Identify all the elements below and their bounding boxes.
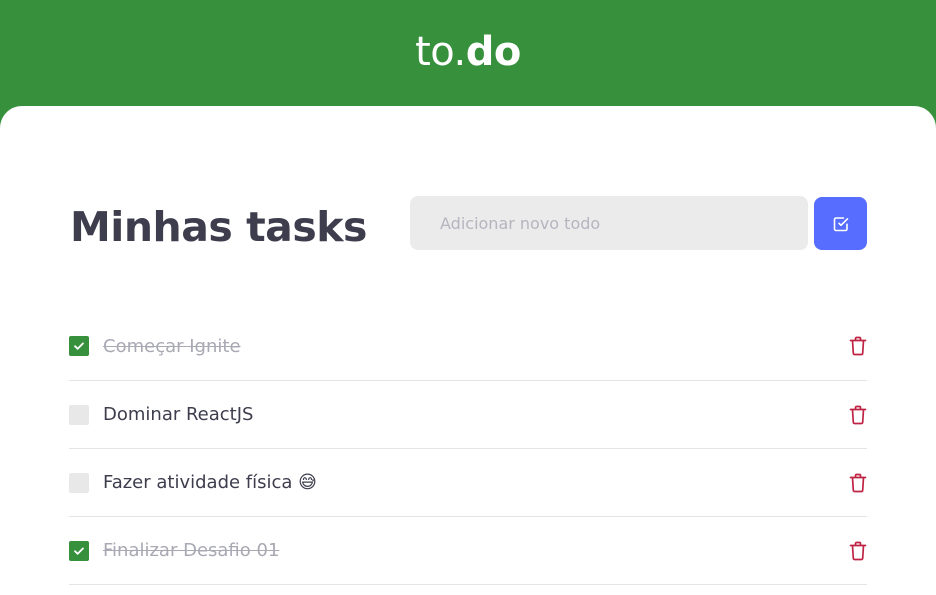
- new-todo-input[interactable]: [410, 196, 808, 250]
- task-list: Começar Ignite Dominar ReactJS Fazer ati…: [69, 312, 867, 585]
- task-checkbox[interactable]: [69, 336, 89, 356]
- tasks-card: Minhas tasks Começar Ignite Dominar Reac…: [0, 106, 936, 595]
- trash-icon[interactable]: [849, 405, 867, 425]
- task-label[interactable]: Dominar ReactJS: [103, 404, 253, 425]
- app-logo: to.do: [0, 27, 936, 77]
- task-label[interactable]: Finalizar Desafio 01: [103, 540, 279, 561]
- task-label[interactable]: Fazer atividade física 😅: [103, 472, 317, 493]
- add-todo-button[interactable]: [814, 197, 867, 250]
- task-item: Finalizar Desafio 01: [69, 517, 867, 585]
- check-square-icon: [833, 216, 848, 231]
- logo-text-do: do: [465, 29, 522, 75]
- trash-icon[interactable]: [849, 541, 867, 561]
- logo-text-to: to.: [415, 29, 466, 75]
- task-label[interactable]: Começar Ignite: [103, 336, 241, 357]
- checkmark-icon: [74, 547, 84, 555]
- checkmark-icon: [74, 342, 84, 350]
- page-title: Minhas tasks: [70, 203, 367, 251]
- task-item: Fazer atividade física 😅: [69, 449, 867, 517]
- task-checkbox[interactable]: [69, 404, 89, 425]
- trash-icon[interactable]: [849, 473, 867, 493]
- task-checkbox[interactable]: [69, 540, 89, 561]
- task-checkbox[interactable]: [69, 472, 89, 493]
- app-header: to.do: [0, 0, 936, 108]
- task-item: Dominar ReactJS: [69, 381, 867, 449]
- trash-icon[interactable]: [849, 336, 867, 356]
- task-item: Começar Ignite: [69, 312, 867, 381]
